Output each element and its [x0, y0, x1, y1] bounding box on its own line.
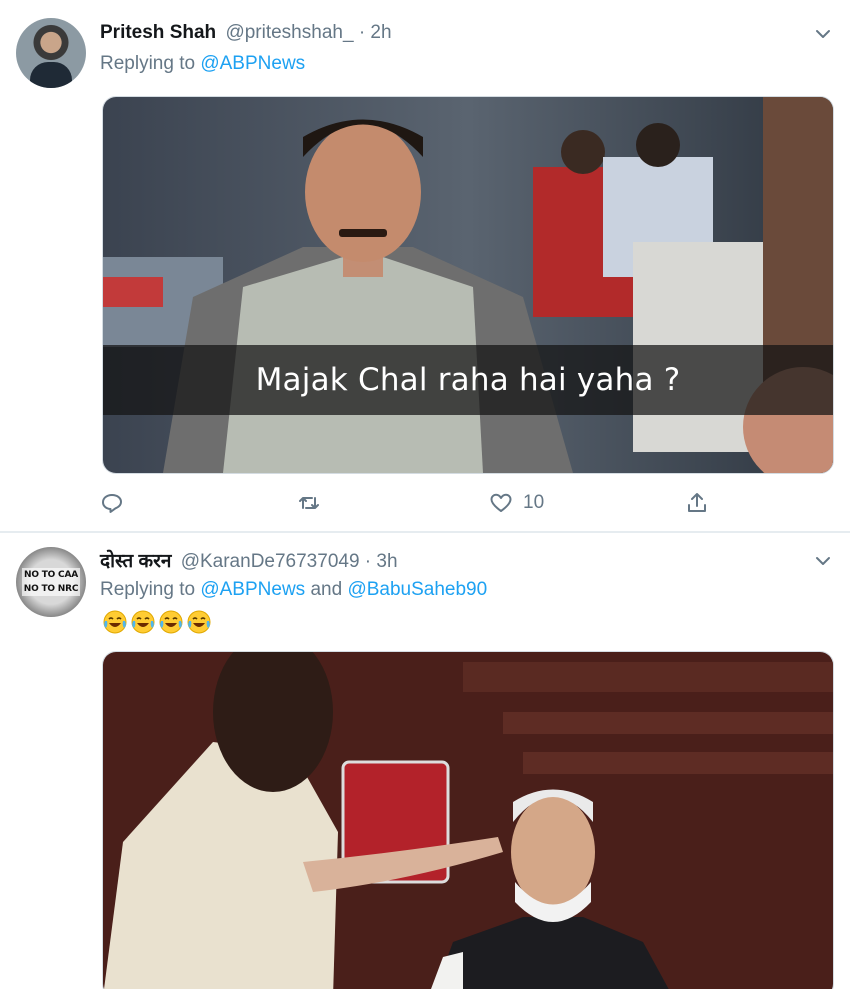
face-with-tears-of-joy-icon	[187, 610, 211, 634]
replying-prefix: Replying to	[100, 579, 196, 600]
mention-link[interactable]: @ABPNews	[200, 53, 305, 74]
avatar-slogan: NO TO NRC	[21, 582, 81, 596]
tweet-media-image[interactable]	[102, 651, 834, 989]
tweet[interactable]: Pritesh Shah @priteshshah_ · 2h Replying…	[0, 0, 850, 532]
reply-icon	[102, 494, 122, 513]
tweet-media-image[interactable]: Majak Chal raha hai yaha ?	[102, 96, 834, 474]
replying-to: Replying to @ABPNews and @BabuSaheb90	[100, 578, 487, 602]
author-handle[interactable]: @priteshshah_	[225, 22, 353, 43]
share-button[interactable]	[685, 486, 709, 520]
avatar-slogan: NO TO CAA	[22, 568, 80, 582]
avatar[interactable]: NO TO CAA NO TO NRC	[16, 547, 86, 617]
like-button[interactable]: 10	[489, 486, 544, 520]
mention-link[interactable]: @ABPNews	[200, 579, 305, 600]
author-name[interactable]: Pritesh Shah	[100, 22, 216, 43]
retweet-icon	[299, 497, 319, 509]
reply-button[interactable]	[100, 486, 124, 520]
caption-overlay: Majak Chal raha hai yaha ?	[103, 345, 833, 415]
timestamp[interactable]: 2h	[370, 22, 391, 43]
mention-joiner: and	[310, 579, 343, 600]
chevron-down-icon[interactable]	[814, 552, 832, 570]
chevron-down-icon[interactable]	[814, 25, 832, 43]
mention-link[interactable]: @BabuSaheb90	[347, 579, 487, 600]
author-name[interactable]: दोस्त करन	[100, 551, 171, 572]
media-caption: Majak Chal raha hai yaha ?	[255, 362, 681, 398]
tweet-header: Pritesh Shah @priteshshah_ · 2h	[100, 21, 392, 45]
separator: ·	[358, 22, 366, 43]
face-with-tears-of-joy-icon	[103, 610, 127, 634]
retweet-button[interactable]	[297, 486, 321, 520]
tweet[interactable]: NO TO CAA NO TO NRC दोस्त करन @KaranDe76…	[0, 533, 850, 989]
tweet-header: दोस्त करन @KaranDe76737049 · 3h	[100, 550, 398, 574]
timestamp[interactable]: 3h	[376, 551, 397, 572]
tweet-text	[102, 609, 212, 637]
face-with-tears-of-joy-icon	[131, 610, 155, 634]
tweet-actions: 10	[100, 486, 720, 520]
replying-prefix: Replying to	[100, 53, 196, 74]
scene-illustration	[103, 97, 833, 473]
author-handle[interactable]: @KaranDe76737049	[181, 551, 360, 572]
timeline: Pritesh Shah @priteshshah_ · 2h Replying…	[0, 0, 850, 989]
avatar[interactable]	[16, 18, 86, 88]
replying-to: Replying to @ABPNews	[100, 52, 305, 76]
share-icon	[688, 493, 706, 512]
heart-icon	[490, 493, 512, 512]
scene-illustration	[103, 652, 833, 989]
like-count: 10	[523, 492, 545, 513]
face-with-tears-of-joy-icon	[159, 610, 183, 634]
separator: ·	[364, 551, 372, 572]
